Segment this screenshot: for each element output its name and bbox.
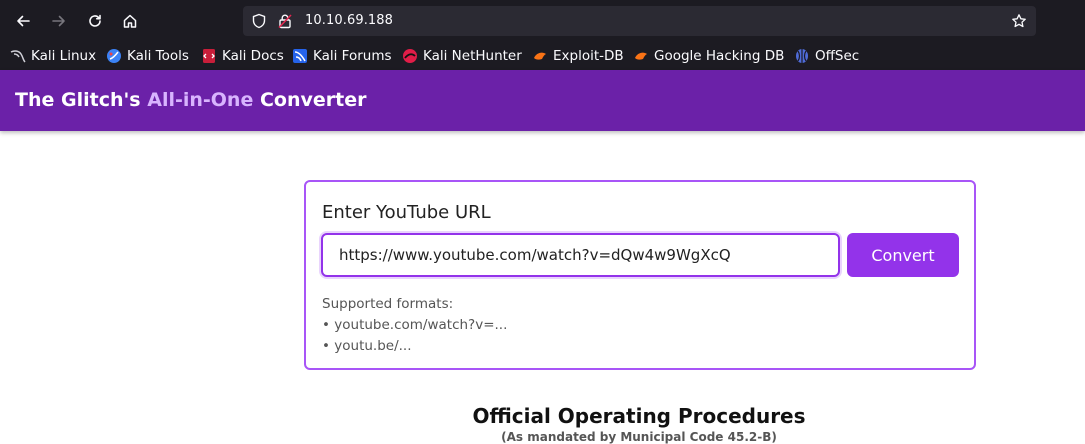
bookmarks-bar: Kali Linux Kali Tools Kali Docs Kali For… (0, 42, 1085, 70)
kali-dragon-icon (10, 50, 26, 63)
procedures-subtitle: (As mandated by Municipal Code 45.2-B) (501, 430, 777, 444)
bookmark-label: Kali Linux (31, 48, 97, 64)
shield-icon[interactable] (251, 13, 267, 29)
bookmark-label: Kali Tools (127, 48, 189, 64)
bookmark-label: Kali NetHunter (423, 48, 522, 64)
title-text: The Glitch's (15, 89, 148, 111)
procedures-title: Official Operating Procedures (472, 404, 806, 428)
bookmark-kali-tools[interactable]: Kali Tools (106, 47, 189, 65)
kali-forums-icon (293, 49, 307, 63)
bookmark-kali-forums[interactable]: Kali Forums (292, 47, 392, 65)
reload-button[interactable] (83, 9, 107, 33)
kali-tools-icon (107, 49, 121, 63)
bookmark-kali-nethunter[interactable]: Kali NetHunter (402, 47, 522, 65)
exploit-db-icon (534, 52, 546, 60)
forward-button[interactable] (47, 9, 71, 33)
back-arrow-icon (17, 15, 30, 27)
ghdb-icon (635, 52, 647, 60)
home-button[interactable] (118, 9, 142, 33)
bookmark-kali-docs[interactable]: Kali Docs (201, 47, 284, 65)
supported-formats: Supported formats: youtube.com/watch?v=.… (322, 294, 507, 357)
converter-card: Enter YouTube URL Convert Supported form… (304, 180, 976, 370)
browser-toolbar: 10.10.69.188 (0, 0, 1085, 42)
bookmark-label: Kali Forums (313, 48, 392, 64)
offsec-icon (796, 49, 808, 63)
bookmark-offsec[interactable]: OffSec (794, 47, 859, 65)
home-icon (123, 14, 137, 28)
format-item: youtube.com/watch?v=... (322, 315, 507, 336)
convert-button[interactable]: Convert (847, 233, 959, 277)
kali-nethunter-icon (403, 49, 417, 63)
title-text-end: Converter (253, 89, 367, 111)
bookmark-kali-linux[interactable]: Kali Linux (10, 47, 96, 65)
url-bar[interactable]: 10.10.69.188 (243, 6, 1036, 36)
title-accent-text: All-in-One (147, 89, 254, 111)
format-item: youtu.be/... (322, 336, 507, 357)
youtube-url-input[interactable] (321, 233, 840, 277)
bookmark-label: Google Hacking DB (654, 48, 785, 64)
app-title: The Glitch's All-in-One Converter (15, 89, 366, 111)
kali-docs-icon (203, 49, 215, 63)
url-text[interactable]: 10.10.69.188 (305, 13, 393, 28)
bookmark-google-hacking-db[interactable]: Google Hacking DB (633, 47, 784, 65)
bookmark-label: Exploit-DB (553, 48, 624, 64)
bookmark-star-icon[interactable] (1011, 13, 1027, 29)
reload-icon (89, 14, 101, 27)
back-button[interactable] (11, 9, 35, 33)
bookmark-label: OffSec (815, 48, 860, 64)
app-header: The Glitch's All-in-One Converter (0, 70, 1085, 131)
forward-arrow-icon (52, 15, 65, 27)
formats-heading: Supported formats: (322, 296, 454, 312)
bookmark-exploit-db[interactable]: Exploit-DB (532, 47, 624, 65)
insecure-lock-icon[interactable] (277, 13, 293, 29)
url-label: Enter YouTube URL (322, 202, 491, 223)
bookmark-label: Kali Docs (222, 48, 284, 64)
